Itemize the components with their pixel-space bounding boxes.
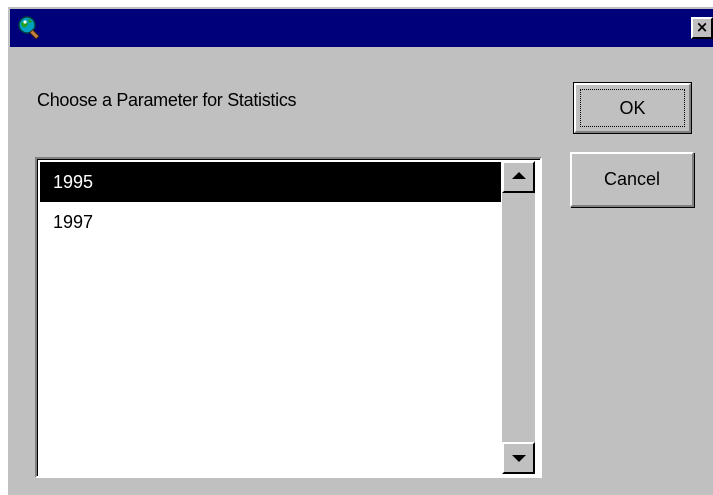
scroll-down-button[interactable] — [502, 442, 535, 474]
cancel-button[interactable]: Cancel — [570, 152, 694, 207]
arrow-down-icon — [512, 455, 526, 462]
list-item[interactable]: 1997 — [40, 202, 501, 242]
vertical-scrollbar[interactable] — [502, 161, 535, 474]
list-item[interactable]: 1995 — [40, 162, 501, 202]
close-button[interactable]: × — [691, 17, 713, 39]
ok-button[interactable]: OK — [573, 82, 692, 134]
parameter-listbox[interactable]: 1995 1997 — [35, 157, 542, 478]
ok-button-label: OK — [580, 89, 685, 127]
arrow-up-icon — [512, 172, 526, 179]
parameter-dialog: × Choose a Parameter for Statistics 1995… — [7, 6, 713, 495]
title-bar[interactable]: × — [10, 9, 713, 47]
list-items: 1995 1997 — [40, 162, 501, 242]
scroll-up-button[interactable] — [502, 161, 535, 193]
prompt-label: Choose a Parameter for Statistics — [37, 90, 297, 110]
globe-magnifier-icon — [18, 16, 40, 40]
